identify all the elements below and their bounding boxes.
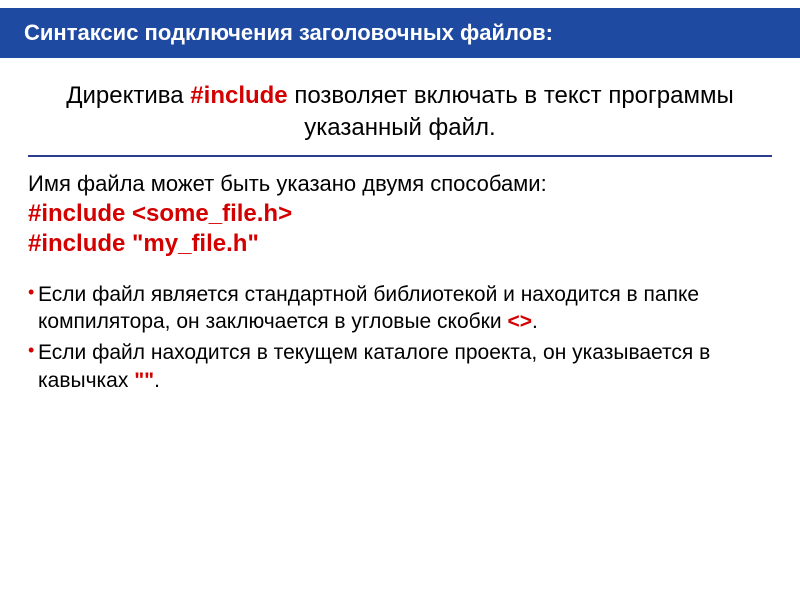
code-quote: #include "my_file.h" [28,229,772,259]
bullet-1-post: . [532,310,538,333]
bullet-1-pre: Если файл является стандартной библиотек… [38,283,699,333]
code-angle: #include <some_file.h> [28,199,772,229]
slide-title-bar: Синтаксис подключения заголовочных файло… [0,8,800,58]
bullet-1: Если файл является стандартной библиотек… [28,281,772,336]
lead-post: позволяет включать в текст программы ука… [288,82,734,141]
slide: Синтаксис подключения заголовочных файло… [0,8,800,600]
separator [28,155,772,157]
include-keyword: #include [190,82,287,109]
bullet-2: Если файл находится в текущем каталоге п… [28,339,772,394]
slide-content: Директива #include позволяет включать в … [0,58,800,394]
lead-paragraph: Директива #include позволяет включать в … [28,80,772,145]
ways-intro: Имя файла может быть указано двумя спосо… [28,171,772,197]
lead-pre: Директива [66,82,190,109]
angle-symbol: <> [507,310,532,333]
spacer [28,259,772,281]
slide-title: Синтаксис подключения заголовочных файло… [24,20,553,46]
bullet-2-post: . [154,369,160,392]
quote-symbol: "" [134,369,154,392]
